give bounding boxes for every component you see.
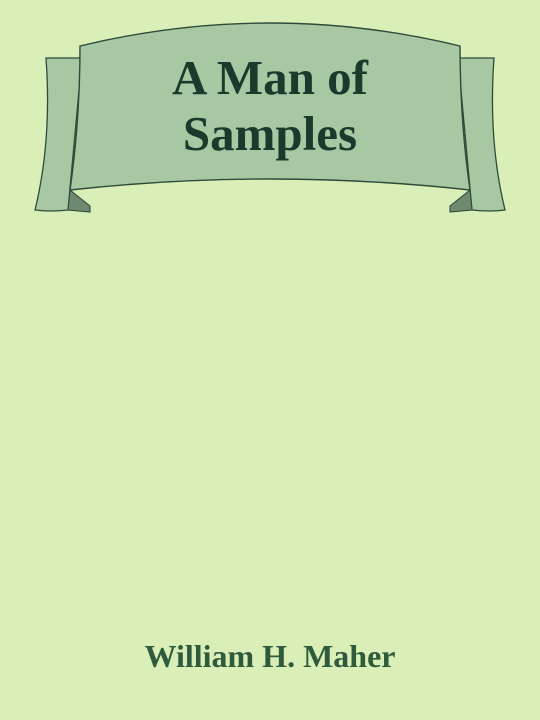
book-cover: A Man of Samples William H. Maher <box>0 0 540 720</box>
banner-left-fold <box>67 188 91 213</box>
title-line-2: Samples <box>182 106 358 161</box>
banner-right-fold <box>449 188 473 213</box>
title-line-1: A Man of <box>172 50 368 105</box>
author-name: William H. Maher <box>144 638 396 674</box>
book-title: A Man of Samples <box>90 50 450 162</box>
